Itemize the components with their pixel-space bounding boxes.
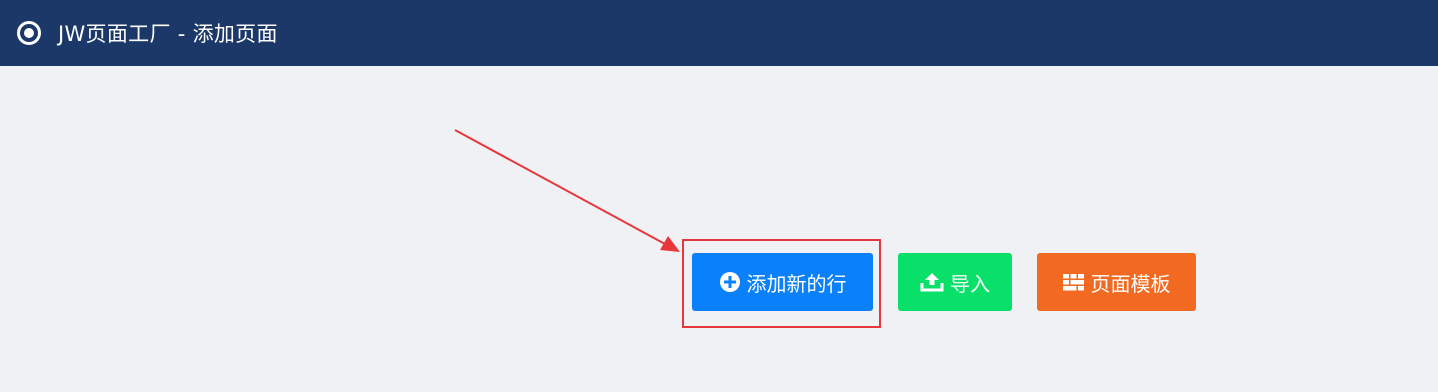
annotation-highlight-box [682,239,881,328]
import-label: 导入 [950,271,990,296]
page-template-button[interactable]: 页面模板 [1037,253,1196,311]
page-title: JW页面工厂 - 添加页面 [58,22,278,46]
grid-icon [1062,273,1085,291]
import-button[interactable]: 导入 [898,253,1012,311]
upload-icon [920,271,944,293]
app-header: JW页面工厂 - 添加页面 [0,0,1438,66]
page-template-label: 页面模板 [1090,271,1171,296]
page-canvas [0,66,1438,392]
radio-target-icon [16,20,42,46]
